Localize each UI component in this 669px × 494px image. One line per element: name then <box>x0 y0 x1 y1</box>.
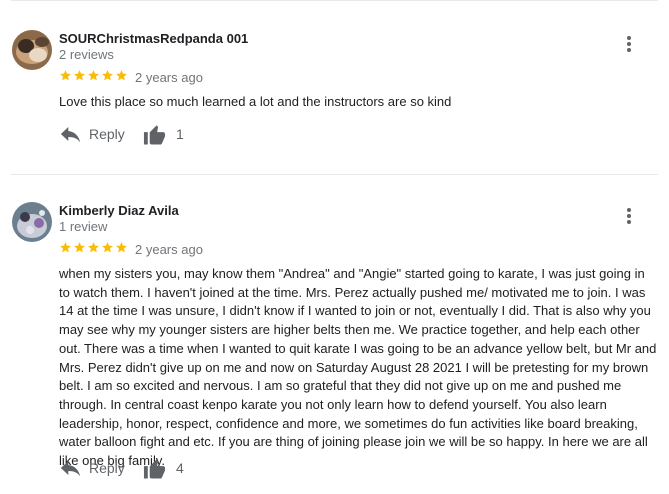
avatar-photo-icon <box>12 30 52 70</box>
divider <box>11 174 658 175</box>
star-icon <box>102 242 113 253</box>
reply-label: Reply <box>89 126 125 142</box>
star-icon <box>88 70 99 81</box>
review-count: 1 review <box>59 219 108 234</box>
author-name[interactable]: SOURChristmasRedpanda 001 <box>59 31 248 46</box>
avatar[interactable] <box>12 202 52 242</box>
avatar[interactable] <box>12 30 52 70</box>
thumbs-up-icon <box>143 459 166 479</box>
review-count: 2 reviews <box>59 47 114 62</box>
reply-button[interactable]: Reply <box>60 123 125 145</box>
like-button[interactable]: 1 <box>143 123 184 145</box>
star-icon <box>88 242 99 253</box>
more-dots-icon <box>627 208 631 212</box>
reply-label: Reply <box>89 460 125 476</box>
thumbs-up-icon <box>143 125 166 145</box>
reviews-list: SOURChristmasRedpanda 001 2 reviews 2 ye… <box>0 0 669 494</box>
review-date: 2 years ago <box>135 242 203 257</box>
star-icon <box>74 242 85 253</box>
avatar-photo-icon <box>12 202 52 242</box>
more-options-button[interactable] <box>620 205 638 227</box>
star-icon <box>60 70 71 81</box>
like-button[interactable]: 4 <box>143 457 184 479</box>
more-dots-icon <box>627 36 631 40</box>
star-icon <box>60 242 71 253</box>
review-date: 2 years ago <box>135 70 203 85</box>
reply-button[interactable]: Reply <box>60 457 125 479</box>
reply-arrow-icon <box>60 461 81 476</box>
star-rating <box>59 69 128 82</box>
star-icon <box>116 70 127 81</box>
divider-top <box>11 0 658 1</box>
reply-arrow-icon <box>60 127 81 142</box>
more-options-button[interactable] <box>620 33 638 55</box>
like-count: 4 <box>176 460 184 476</box>
author-name[interactable]: Kimberly Diaz Avila <box>59 203 179 218</box>
review-text: Love this place so much learned a lot an… <box>59 94 452 109</box>
star-icon <box>102 70 113 81</box>
star-icon <box>116 242 127 253</box>
like-count: 1 <box>176 126 184 142</box>
star-rating <box>59 241 128 254</box>
review-text: when my sisters you, may know them "Andr… <box>59 266 657 469</box>
star-icon <box>74 70 85 81</box>
